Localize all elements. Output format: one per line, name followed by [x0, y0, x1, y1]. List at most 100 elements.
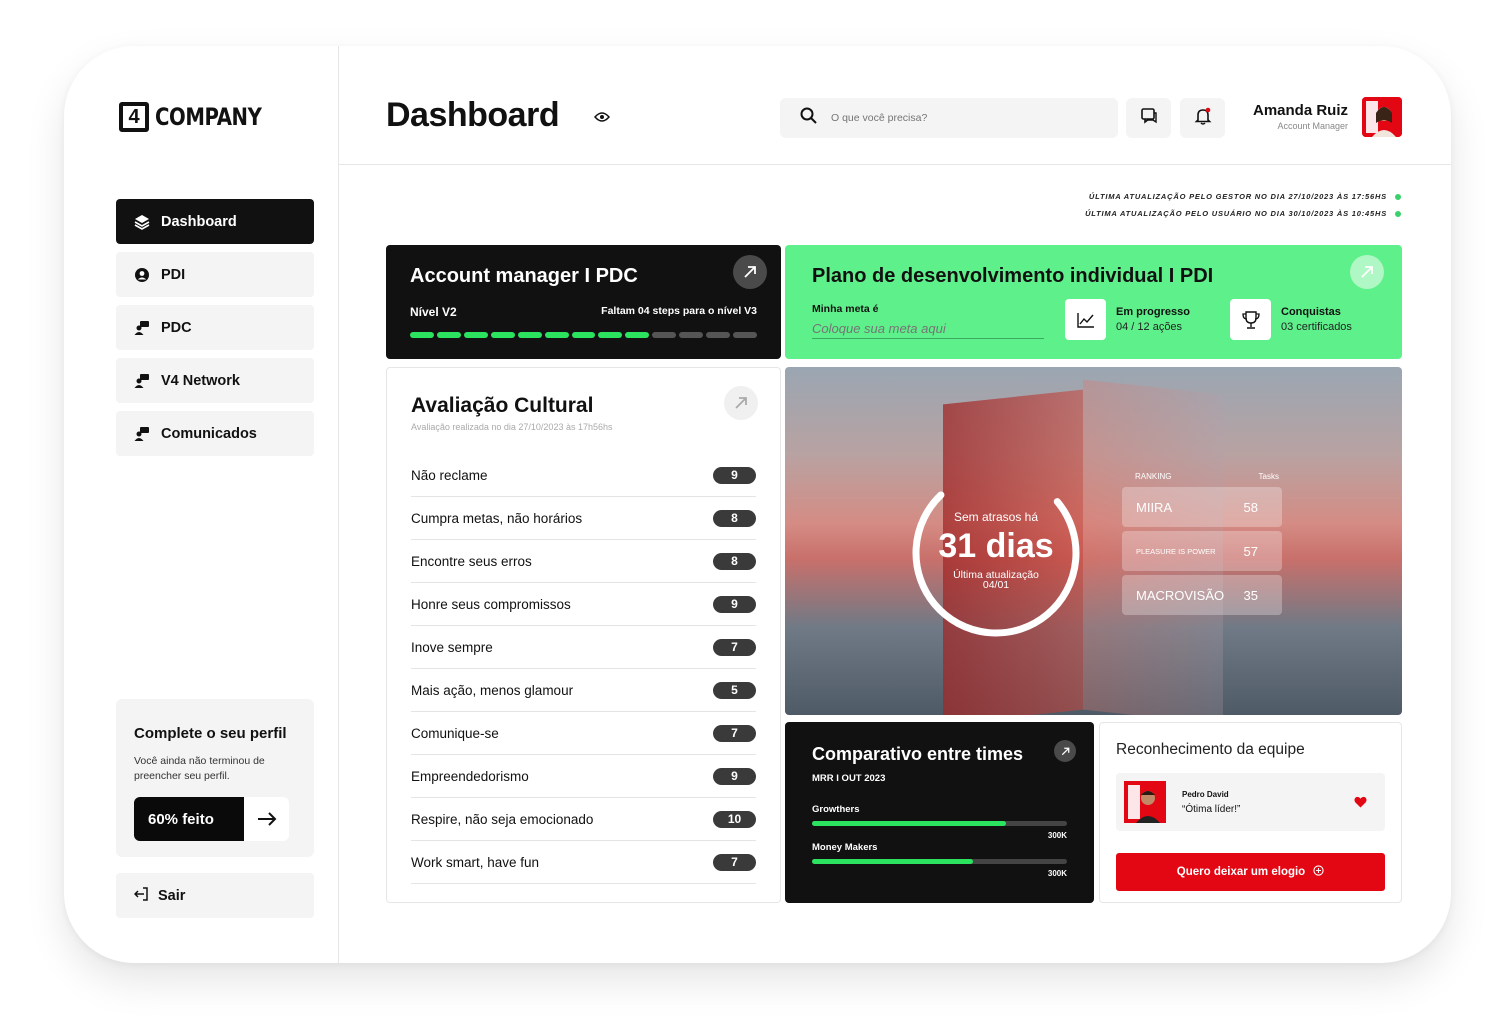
- score-badge: 9: [713, 767, 756, 785]
- team-name: Growthers: [812, 804, 860, 815]
- people-icon: [134, 373, 150, 389]
- team-max: 300K: [1047, 869, 1067, 878]
- leave-praise-label: Quero deixar um elogio: [1176, 866, 1306, 878]
- recognition-title: Reconhecimento da equipe: [1116, 741, 1305, 758]
- culture-row[interactable]: Empreendedorismo 9: [411, 755, 756, 798]
- trophy-icon: [1230, 299, 1271, 340]
- ranking-team-name: MIIRA: [1136, 499, 1173, 515]
- sidebar-item-v4-network[interactable]: V4 Network: [116, 358, 314, 403]
- culture-row[interactable]: Cumpra metas, não horários 8: [411, 497, 756, 540]
- culture-row[interactable]: Mais ação, menos glamour 5: [411, 669, 756, 712]
- pdi-achievements-value: 03 certificados: [1281, 321, 1352, 333]
- arrow-up-right-icon[interactable]: [1054, 740, 1076, 762]
- sidebar-item-label: V4 Network: [161, 372, 240, 389]
- arrow-up-right-icon[interactable]: [1350, 255, 1384, 289]
- messages-button[interactable]: [1126, 98, 1171, 138]
- score-badge: 10: [713, 810, 756, 828]
- cultural-evaluation-card: Avaliação Cultural Avaliação realizada n…: [386, 367, 781, 903]
- culture-value-label: Não reclame: [411, 467, 488, 483]
- sidebar-item-pdc[interactable]: PDC: [116, 305, 314, 350]
- culture-row[interactable]: Respire, não seja emocionado 10: [411, 798, 756, 841]
- recognition-message: “Ótima líder!”: [1182, 803, 1241, 815]
- profile-card-title: Complete o seu perfil: [134, 725, 287, 742]
- team-bar-fill: [812, 859, 973, 864]
- ranking-task-count: 35: [1243, 587, 1258, 603]
- culture-row[interactable]: Encontre seus erros 8: [411, 540, 756, 583]
- heart-icon[interactable]: [1354, 795, 1367, 813]
- score-badge: 7: [713, 638, 756, 656]
- company-logo[interactable]: 4 COMPANY: [119, 102, 285, 132]
- culture-subtitle: Avaliação realizada no dia 27/10/2023 às…: [411, 422, 613, 432]
- pdi-goal-label: Minha meta é: [812, 303, 879, 315]
- culture-row[interactable]: Não reclame 9: [411, 454, 756, 497]
- ranking-row[interactable]: MIIRA 58: [1122, 487, 1282, 527]
- pdc-remaining: Faltam 04 steps para o nível V3: [601, 305, 757, 317]
- leave-praise-button[interactable]: Quero deixar um elogio: [1116, 853, 1385, 891]
- team-bar: Money Makers 300K: [812, 842, 1067, 878]
- culture-value-label: Inove sempre: [411, 639, 493, 655]
- avatar: [1124, 781, 1166, 823]
- pdi-title: Plano de desenvolvimento individual I PD…: [812, 265, 1214, 287]
- team-name: Money Makers: [812, 842, 878, 853]
- user-info[interactable]: Amanda Ruiz Account Manager: [1214, 102, 1348, 131]
- sidebar-item-dashboard[interactable]: Dashboard: [116, 199, 314, 244]
- user-name: Amanda Ruiz: [1252, 102, 1348, 119]
- progress-step: [490, 332, 515, 338]
- streak-info: Sem atrasos há 31 dias Última atualizaçã…: [910, 467, 1082, 639]
- search-input[interactable]: [831, 112, 1081, 124]
- sidebar-item-label: PDC: [161, 319, 192, 336]
- ranking-team-name: PLEASURE IS POWER: [1136, 546, 1216, 556]
- goal-input[interactable]: [812, 321, 1044, 339]
- progress-step: [679, 332, 704, 338]
- sidebar-item-label: Dashboard: [161, 213, 237, 230]
- ranking-header-label: RANKING: [1135, 472, 1172, 481]
- pdi-progress-stat: Em progresso 04 / 12 ações: [1065, 299, 1190, 340]
- profile-progress-label: 60% feito: [134, 797, 244, 841]
- progress-step: [625, 332, 650, 338]
- culture-title: Avaliação Cultural: [411, 394, 594, 417]
- progress-step: [436, 332, 461, 338]
- culture-row[interactable]: Comunique-se 7: [411, 712, 756, 755]
- layers-icon: [134, 214, 150, 230]
- pdi-progress-value: 04 / 12 ações: [1116, 321, 1183, 333]
- profile-completion-card: Complete o seu perfil Você ainda não ter…: [116, 699, 314, 857]
- score-badge: 8: [713, 509, 756, 527]
- pdc-progress-steps: [410, 332, 757, 338]
- ranking-row[interactable]: PLEASURE IS POWER 57: [1122, 531, 1282, 571]
- status-dot: [1395, 193, 1401, 200]
- culture-row[interactable]: Honre seus compromissos 9: [411, 583, 756, 626]
- people-icon: [134, 426, 150, 442]
- sidebar-item-comunicados[interactable]: Comunicados: [116, 411, 314, 456]
- arrow-up-right-icon[interactable]: [733, 255, 767, 289]
- ranking-row[interactable]: MACROVISÃO 35: [1122, 575, 1282, 615]
- culture-value-label: Work smart, have fun: [411, 854, 540, 870]
- culture-row[interactable]: Inove sempre 7: [411, 626, 756, 669]
- team-bar-fill: [812, 821, 1006, 826]
- chat-icon: [1140, 107, 1158, 130]
- manager-update-notice: ÚLTIMA ATUALIZAÇÃO PELO GESTOR NO DIA 27…: [1085, 192, 1401, 201]
- profile-progress-button[interactable]: 60% feito: [134, 797, 289, 841]
- recognition-item[interactable]: Pedro David “Ótima líder!”: [1116, 773, 1385, 831]
- sidebar-item-pdi[interactable]: PDI: [116, 252, 314, 297]
- progress-step: [517, 332, 542, 338]
- logout-button[interactable]: Sair: [116, 873, 314, 918]
- arrow-right-icon[interactable]: [244, 797, 289, 841]
- team-bar-track: [812, 859, 1067, 864]
- team-comparison-card: Comparativo entre times MRR I OUT 2023 G…: [785, 722, 1094, 903]
- streak-label: Sem atrasos há: [953, 510, 1039, 524]
- score-badge: 9: [713, 466, 756, 484]
- eye-icon[interactable]: [594, 110, 610, 128]
- people-icon: [134, 320, 150, 336]
- sidebar-item-label: Comunicados: [161, 425, 257, 442]
- arrow-up-right-icon[interactable]: [724, 386, 758, 420]
- user-circle-icon: [134, 267, 150, 283]
- sidebar: 4 COMPANY Dashboard PDI PDC V4 Network C…: [64, 46, 339, 963]
- score-badge: 9: [713, 595, 756, 613]
- team-bar: Growthers 300K: [812, 804, 1067, 840]
- streak-update-date: 04/01: [982, 579, 1010, 591]
- user-update-notice: ÚLTIMA ATUALIZAÇÃO PELO USUÁRIO NO DIA 3…: [1085, 209, 1401, 218]
- search-bar[interactable]: [780, 98, 1118, 138]
- culture-row[interactable]: Work smart, have fun 7: [411, 841, 756, 884]
- pdi-goal: Minha meta é: [812, 303, 1044, 339]
- avatar[interactable]: [1362, 97, 1402, 137]
